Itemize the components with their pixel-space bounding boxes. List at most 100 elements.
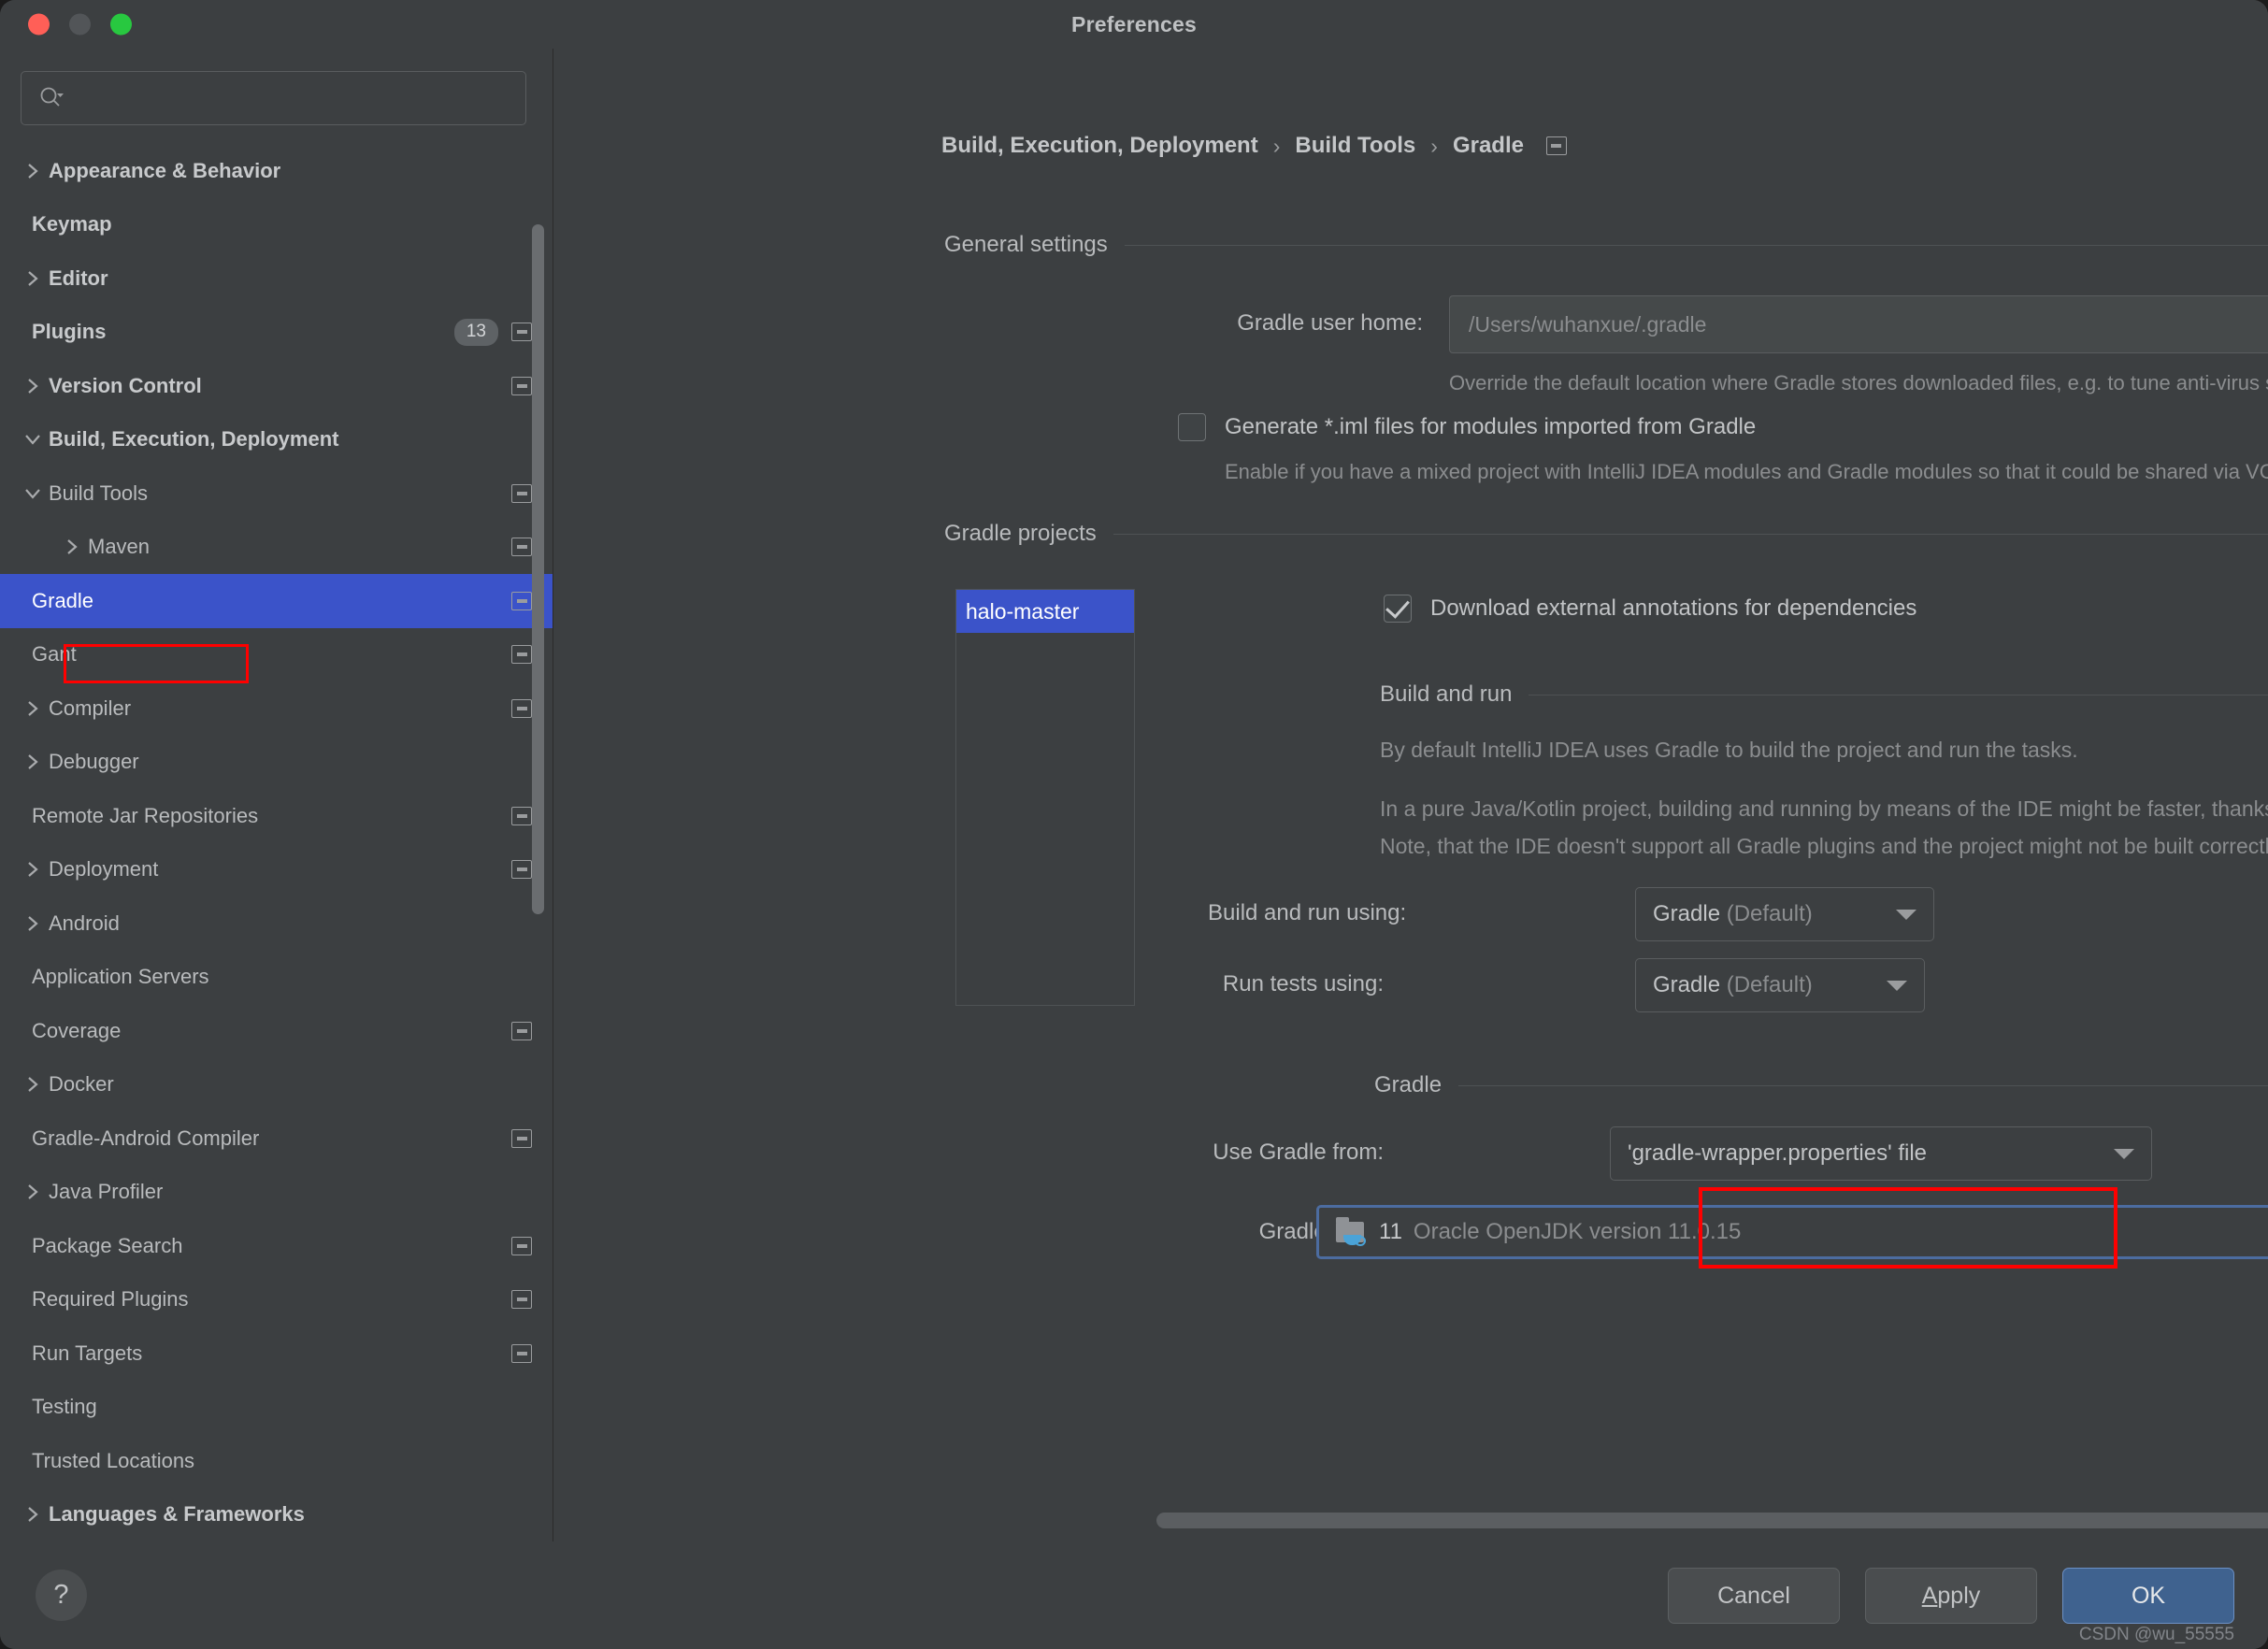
search-input[interactable] [70, 86, 509, 110]
sidebar-item-gradle[interactable]: Gradle [0, 574, 553, 628]
settings-sync-icon[interactable] [511, 806, 532, 825]
sidebar-item-coverage[interactable]: Coverage [0, 1004, 553, 1058]
sidebar-item-label: Remote Jar Repositories [32, 803, 259, 827]
maximize-window-button[interactable] [110, 13, 132, 36]
settings-sync-icon[interactable] [511, 323, 532, 342]
gradle-user-home-input[interactable]: /Users/wuhanxue/.gradle [1449, 295, 2268, 353]
chevron-right-icon[interactable] [17, 268, 49, 289]
chevron-right-icon[interactable] [17, 1182, 49, 1202]
settings-sync-icon[interactable] [511, 1236, 532, 1255]
build-using-dropdown[interactable]: Gradle (Default) [1635, 887, 1934, 941]
sidebar-item-deployment[interactable]: Deployment [0, 843, 553, 897]
sidebar-item-java-profiler[interactable]: Java Profiler [0, 1166, 553, 1220]
sidebar-item-label: Build Tools [49, 480, 148, 505]
search-box[interactable] [21, 71, 526, 125]
sidebar-item-android[interactable]: Android [0, 896, 553, 951]
settings-sync-icon[interactable] [511, 538, 532, 557]
generate-iml-label: Generate *.iml files for modules importe… [1225, 414, 1757, 439]
settings-sync-icon[interactable] [511, 376, 532, 395]
cancel-button[interactable]: Cancel [1668, 1568, 1840, 1624]
generate-iml-checkbox[interactable] [1178, 413, 1206, 441]
settings-sync-icon[interactable] [1545, 136, 1567, 155]
sidebar-item-run-targets[interactable]: Run Targets [0, 1326, 553, 1381]
settings-sync-icon[interactable] [511, 860, 532, 880]
build-using-value-text: Gradle [1653, 901, 1721, 926]
settings-sync-icon[interactable] [511, 645, 532, 665]
minimize-window-button[interactable] [69, 13, 91, 36]
sidebar-item-version-control[interactable]: Version Control [0, 359, 553, 413]
sidebar-item-debugger[interactable]: Debugger [0, 736, 553, 790]
build-using-value-suffix: (Default) [1720, 901, 1813, 926]
download-annotations-checkbox-row[interactable]: Download external annotations for depend… [1384, 595, 1916, 623]
chevron-right-icon[interactable] [17, 376, 49, 396]
use-gradle-from-dropdown[interactable]: 'gradle-wrapper.properties' file [1610, 1126, 2152, 1181]
run-tests-dropdown[interactable]: Gradle (Default) [1635, 958, 1925, 1012]
gradle-group-title: Gradle [1374, 1072, 1443, 1097]
sidebar-item-build-execution-deployment[interactable]: Build, Execution, Deployment [0, 413, 553, 467]
sidebar-item-label: Docker [49, 1072, 114, 1097]
chevron-right-icon[interactable] [17, 913, 49, 934]
list-item[interactable]: halo-master [956, 590, 1134, 633]
settings-sync-icon[interactable] [511, 1021, 532, 1040]
chevron-right-icon[interactable] [56, 537, 88, 557]
breadcrumb-item-0[interactable]: Build, Execution, Deployment [941, 133, 1258, 159]
sidebar-item-gradle-android-compiler[interactable]: Gradle-Android Compiler [0, 1111, 553, 1166]
sidebar-item-languages-frameworks[interactable]: Languages & Frameworks [0, 1488, 553, 1542]
sidebar-item-package-search[interactable]: Package Search [0, 1219, 553, 1273]
breadcrumb-item-1[interactable]: Build Tools [1295, 133, 1415, 159]
sidebar-item-label: Required Plugins [32, 1287, 189, 1312]
sidebar-item-required-plugins[interactable]: Required Plugins [0, 1273, 553, 1327]
settings-sync-icon[interactable] [511, 1128, 532, 1148]
gradle-group-header: Gradle [1374, 1072, 2268, 1098]
download-annotations-checkbox[interactable] [1384, 595, 1412, 623]
build-using-value: Gradle (Default) [1653, 901, 1813, 927]
sidebar-item-remote-jar-repositories[interactable]: Remote Jar Repositories [0, 789, 553, 843]
use-gradle-from-label: Use Gradle from: [1213, 1140, 1384, 1165]
chevron-right-icon[interactable] [17, 752, 49, 772]
settings-sync-icon[interactable] [511, 1343, 532, 1363]
chevron-down-icon[interactable] [17, 431, 49, 448]
sidebar-item-label: Gradle-Android Compiler [32, 1126, 260, 1150]
sidebar-scrollbar[interactable] [532, 224, 544, 914]
chevron-right-icon[interactable] [17, 859, 49, 880]
sidebar-item-label: Run Targets [32, 1341, 143, 1365]
content-inner: Build, Execution, Deployment › Build Too… [553, 49, 2268, 1541]
chevron-right-icon[interactable] [17, 698, 49, 719]
horizontal-scrollbar[interactable] [1156, 1513, 2268, 1528]
chevron-right-icon[interactable] [17, 161, 49, 181]
ok-button[interactable]: OK [2062, 1568, 2234, 1624]
close-window-button[interactable] [28, 13, 50, 36]
settings-tree: Appearance & Behavior Keymap Editor Plugins… [0, 142, 553, 1541]
sidebar-item-appearance-behavior[interactable]: Appearance & Behavior [0, 144, 553, 198]
chevron-right-icon[interactable] [17, 1074, 49, 1095]
sidebar-item-editor[interactable]: Editor [0, 251, 553, 306]
sidebar-item-trusted-locations[interactable]: Trusted Locations [0, 1434, 553, 1488]
apply-button[interactable]: Apply [1865, 1568, 2037, 1624]
sidebar-item-compiler[interactable]: Compiler [0, 681, 553, 736]
sidebar-item-keymap[interactable]: Keymap [0, 198, 553, 252]
sidebar-item-testing[interactable]: Testing [0, 1381, 553, 1435]
build-run-paragraph-2: In a pure Java/Kotlin project, building … [1380, 796, 2268, 821]
settings-sync-icon[interactable] [511, 591, 532, 610]
settings-sync-icon[interactable] [511, 698, 532, 718]
settings-sync-icon[interactable] [511, 1290, 532, 1310]
sidebar-item-plugins[interactable]: Plugins 13 [0, 306, 553, 360]
sidebar-item-docker[interactable]: Docker [0, 1058, 553, 1112]
sidebar-item-application-servers[interactable]: Application Servers [0, 951, 553, 1005]
chevron-down-icon[interactable] [17, 485, 49, 502]
sidebar-item-maven[interactable]: Maven [0, 521, 553, 575]
gradle-project-list[interactable]: halo-master [955, 589, 1135, 1006]
breadcrumb-separator-icon: › [1430, 133, 1438, 158]
sidebar-item-gant[interactable]: Gant [0, 628, 553, 682]
sidebar-item-label: Gradle [32, 588, 94, 612]
settings-sync-icon[interactable] [511, 483, 532, 503]
chevron-down-icon [1887, 980, 1907, 991]
gradle-jvm-dropdown[interactable]: 11 Oracle OpenJDK version 11.0.15 [1316, 1205, 2268, 1259]
traffic-light-controls [28, 13, 132, 36]
chevron-right-icon[interactable] [17, 1504, 49, 1525]
chevron-down-icon [2114, 1148, 2134, 1159]
help-button[interactable]: ? [36, 1570, 87, 1621]
sidebar-item-build-tools[interactable]: Build Tools [0, 466, 553, 521]
breadcrumb-item-2[interactable]: Gradle [1453, 133, 1524, 159]
generate-iml-checkbox-row[interactable]: Generate *.iml files for modules importe… [1178, 413, 1756, 441]
